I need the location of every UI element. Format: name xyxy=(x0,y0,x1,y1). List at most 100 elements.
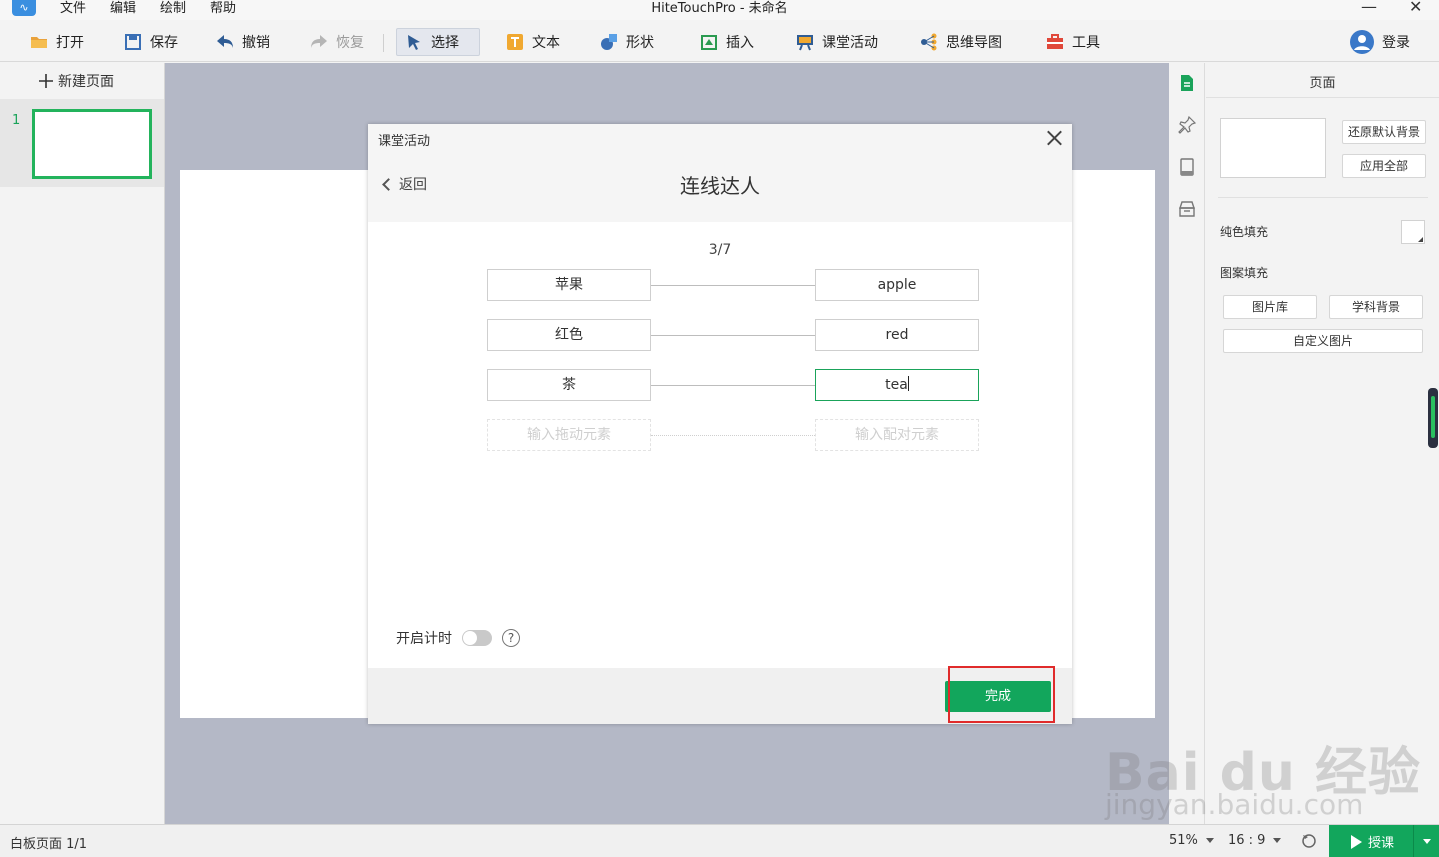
close-icon[interactable] xyxy=(1042,126,1066,150)
insert-icon xyxy=(701,35,717,50)
teach-dropdown[interactable] xyxy=(1413,825,1439,857)
rotate-icon[interactable] xyxy=(1300,832,1318,850)
pair-right-value: tea xyxy=(885,377,908,393)
redo-button[interactable]: 恢复 xyxy=(302,28,372,56)
text-caret xyxy=(907,376,909,391)
chevron-down-icon xyxy=(1422,839,1431,844)
panel-slider-handle[interactable] xyxy=(1428,388,1438,448)
status-bar: 白板页面 1/1 51% 16 : 9 授课 xyxy=(0,824,1439,857)
shape-button[interactable]: 形状 xyxy=(592,28,662,56)
undo-icon xyxy=(217,35,233,48)
page-thumbnail[interactable] xyxy=(32,109,152,179)
folder-icon xyxy=(31,37,47,48)
pair-left-input[interactable]: 茶 xyxy=(487,369,651,401)
open-label: 打开 xyxy=(56,35,84,51)
custom-image-button[interactable]: 自定义图片 xyxy=(1223,329,1423,353)
close-window-button[interactable]: ✕ xyxy=(1409,0,1422,16)
pair-left-input[interactable]: 红色 xyxy=(487,319,651,351)
login-label: 登录 xyxy=(1382,35,1410,51)
aspect-ratio-value: 16 : 9 xyxy=(1228,833,1266,848)
start-teaching-button[interactable]: 授课 xyxy=(1329,825,1439,857)
pattern-fill-label: 图案填充 xyxy=(1220,266,1269,280)
mindmap-button[interactable]: 思维导图 xyxy=(912,28,1010,56)
pair-link-line xyxy=(651,335,815,336)
teach-label: 授课 xyxy=(1368,836,1395,851)
page-info: 白板页面 1/1 xyxy=(10,837,88,852)
text-icon xyxy=(507,34,523,50)
text-button[interactable]: 文本 xyxy=(498,28,568,56)
page-properties-panel: 页面 还原默认背景 应用全部 纯色填充 图案填充 图片库 学科背景 自定义图片 xyxy=(1206,63,1439,824)
pin-icon[interactable] xyxy=(1178,116,1196,134)
solid-fill-color-picker[interactable] xyxy=(1401,220,1425,244)
undo-label: 撤销 xyxy=(242,35,270,51)
help-icon[interactable]: ? xyxy=(502,629,520,647)
tools-button[interactable]: 工具 xyxy=(1038,28,1108,56)
page-settings-icon[interactable] xyxy=(1178,74,1196,92)
side-tab-column xyxy=(1169,63,1205,824)
toolbox-icon xyxy=(1047,34,1063,49)
classroom-activity-label: 课堂活动 xyxy=(822,35,878,51)
apply-all-button[interactable]: 应用全部 xyxy=(1342,154,1426,178)
login-button[interactable]: 登录 xyxy=(1342,28,1418,56)
user-avatar-icon xyxy=(1350,30,1374,54)
subject-background-button[interactable]: 学科背景 xyxy=(1329,295,1423,319)
pair-left-input[interactable]: 苹果 xyxy=(487,269,651,301)
page-list-panel: 新建页面 1 xyxy=(0,63,165,824)
activity-title: 连线达人 xyxy=(680,174,760,198)
mindmap-icon xyxy=(921,33,937,51)
save-button[interactable]: 保存 xyxy=(116,28,186,56)
solid-fill-label: 纯色填充 xyxy=(1220,225,1269,239)
pair-right-input-focused[interactable]: tea xyxy=(815,369,979,401)
pair-right-input[interactable]: red xyxy=(815,319,979,351)
insert-label: 插入 xyxy=(726,35,754,51)
text-label: 文本 xyxy=(532,35,560,51)
minimize-button[interactable]: — xyxy=(1361,0,1377,16)
image-gallery-button[interactable]: 图片库 xyxy=(1223,295,1317,319)
page-thumbnail-item[interactable]: 1 xyxy=(0,99,164,187)
shape-icon xyxy=(601,34,617,50)
zoom-select[interactable]: 51% xyxy=(1169,833,1214,848)
zoom-value: 51% xyxy=(1169,833,1198,848)
select-button[interactable]: 选择 xyxy=(396,28,480,56)
tools-label: 工具 xyxy=(1072,35,1100,51)
classroom-icon xyxy=(797,35,813,51)
background-preview xyxy=(1220,118,1326,178)
pair-link-placeholder-line xyxy=(651,435,815,436)
drag-element-input[interactable]: 输入拖动元素 xyxy=(487,419,651,451)
chevron-down-icon xyxy=(1273,838,1282,843)
redo-icon xyxy=(311,35,327,48)
mindmap-label: 思维导图 xyxy=(946,35,1002,51)
select-label: 选择 xyxy=(431,35,459,51)
title-bar: ∿ 文件 编辑 绘制 帮助 HiteTouchPro - 未命名 — ✕ xyxy=(0,0,1439,20)
undo-button[interactable]: 撤销 xyxy=(208,28,278,56)
shape-label: 形状 xyxy=(626,35,654,51)
dialog-header: 课堂活动 返回 连线达人 xyxy=(368,124,1072,222)
toolbar-separator xyxy=(383,34,384,52)
classroom-activity-button[interactable]: 课堂活动 xyxy=(788,28,886,56)
panel-divider xyxy=(1206,97,1439,98)
redo-label: 恢复 xyxy=(336,35,364,51)
page-number: 1 xyxy=(12,113,21,128)
open-button[interactable]: 打开 xyxy=(22,28,92,56)
book-icon[interactable] xyxy=(1178,158,1196,176)
archive-icon[interactable] xyxy=(1178,200,1196,218)
panel-title: 页面 xyxy=(1309,76,1336,91)
restore-default-bg-button[interactable]: 还原默认背景 xyxy=(1342,120,1426,144)
aspect-ratio-select[interactable]: 16 : 9 xyxy=(1228,833,1282,848)
match-element-input[interactable]: 输入配对元素 xyxy=(815,419,979,451)
save-label: 保存 xyxy=(150,35,178,51)
new-page-button[interactable]: 新建页面 xyxy=(38,71,114,91)
pair-right-input[interactable]: apple xyxy=(815,269,979,301)
new-page-label: 新建页面 xyxy=(58,74,114,90)
cursor-icon xyxy=(408,35,420,50)
teach-main[interactable]: 授课 xyxy=(1329,832,1413,851)
dialog-title: 课堂活动 xyxy=(378,134,431,149)
play-icon xyxy=(1351,834,1362,849)
annotation-highlight-box xyxy=(948,666,1055,723)
window-title: HiteTouchPro - 未命名 xyxy=(651,1,788,16)
timer-toggle[interactable] xyxy=(462,630,492,646)
save-icon xyxy=(125,34,141,50)
insert-button[interactable]: 插入 xyxy=(692,28,762,56)
panel-divider xyxy=(1218,197,1428,198)
timer-setting: 开启计时 ? xyxy=(396,628,520,648)
